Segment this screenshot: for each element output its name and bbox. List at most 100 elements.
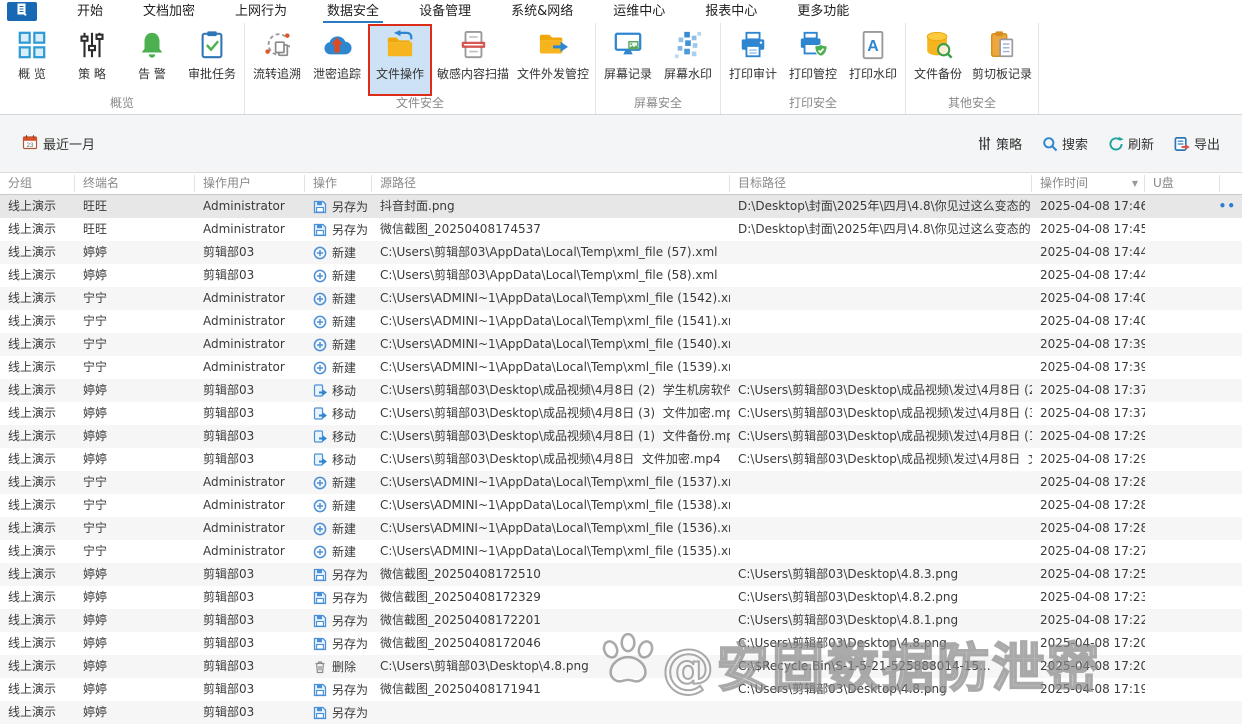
tab-doc-encrypt[interactable]: 文档加密 bbox=[123, 0, 215, 23]
tab-data-security[interactable]: 数据安全 bbox=[307, 0, 399, 23]
screen-record-icon bbox=[612, 29, 644, 61]
column-header-group[interactable]: 分组 bbox=[0, 175, 75, 192]
operation-label: 另存为 bbox=[332, 223, 369, 237]
cell-usb bbox=[1145, 563, 1220, 586]
table-row[interactable]: 线上演示 婷婷 剪辑部03 另存为 微信截图_20250408172046 C:\User… bbox=[0, 632, 1242, 655]
alert-button[interactable]: 告 警 bbox=[122, 26, 182, 94]
app-menu-icon bbox=[14, 2, 30, 22]
cell-terminal: 婷婷 bbox=[83, 567, 108, 581]
table-row[interactable]: 线上演示 宁宁 Administrator 新建 C:\Users\ADMINI~1\A… bbox=[0, 471, 1242, 494]
cell-group: 线上演示 bbox=[8, 636, 57, 650]
cell-extra bbox=[1220, 241, 1242, 264]
cell-target-path bbox=[730, 540, 1032, 563]
app-menu-button[interactable] bbox=[7, 2, 37, 21]
table-row[interactable]: 线上演示 婷婷 剪辑部03 删除 C:\Users\剪辑部03\Desktop\4.8.… bbox=[0, 655, 1242, 678]
table-row[interactable]: 线上演示 婷婷 剪辑部03 另存为 bbox=[0, 701, 1242, 724]
clipboard-record-button[interactable]: 剪切板记录 bbox=[968, 26, 1036, 94]
cell-user: Administrator bbox=[203, 544, 285, 558]
column-header-time[interactable]: 操作时间 ▼ bbox=[1032, 175, 1145, 192]
flow-trace-button[interactable]: 流转追溯 bbox=[247, 26, 307, 94]
table-row[interactable]: 线上演示 婷婷 剪辑部03 移动 C:\Users\剪辑部03\Desktop\成品视频… bbox=[0, 448, 1242, 471]
cell-target-path bbox=[730, 264, 1032, 287]
cell-terminal: 宁宁 bbox=[83, 314, 108, 328]
operation-label: 新建 bbox=[332, 315, 357, 329]
table-row[interactable]: 线上演示 宁宁 Administrator 新建 C:\Users\ADMINI~1\A… bbox=[0, 287, 1242, 310]
row-more-actions-icon[interactable]: ••• bbox=[1220, 195, 1236, 218]
export-button[interactable]: 导出 bbox=[1174, 134, 1220, 153]
print-audit-button[interactable]: 打印审计 bbox=[723, 26, 783, 94]
chevron-down-icon[interactable]: ▼ bbox=[1132, 175, 1144, 192]
table-row[interactable]: 线上演示 婷婷 剪辑部03 另存为 微信截图_20250408172510 C:\User… bbox=[0, 563, 1242, 586]
table-row[interactable]: 线上演示 婷婷 剪辑部03 另存为 微信截图_20250408171941 C:\User… bbox=[0, 678, 1242, 701]
ribbon: 概 览策 略告 警审批任务 概览 流转追溯 泄密追踪 文件操作 敏感内容扫描 文件外发管控文… bbox=[0, 23, 1242, 115]
print-watermark-button[interactable]: A 打印水印 bbox=[843, 26, 903, 94]
ribbon-button-label: 流转追溯 bbox=[252, 67, 301, 81]
table-row[interactable]: 线上演示 宁宁 Administrator 新建 C:\Users\ADMINI~1\A… bbox=[0, 540, 1242, 563]
date-range-filter[interactable]: 23 最近一月 bbox=[22, 134, 95, 154]
column-header-operation[interactable]: 操作 bbox=[305, 175, 372, 192]
operation-label: 移动 bbox=[332, 407, 357, 421]
tab-more-features[interactable]: 更多功能 bbox=[777, 0, 869, 23]
cell-terminal: 宁宁 bbox=[83, 337, 108, 351]
table-row[interactable]: 线上演示 婷婷 剪辑部03 另存为 微信截图_20250408172329 C:\User… bbox=[0, 586, 1242, 609]
tab-device-mgmt[interactable]: 设备管理 bbox=[399, 0, 491, 23]
column-header-terminal[interactable]: 终端名 bbox=[75, 175, 195, 192]
tab-report-center[interactable]: 报表中心 bbox=[685, 0, 777, 23]
column-header-usb[interactable]: U盘 bbox=[1145, 175, 1220, 192]
table-row[interactable]: 线上演示 旺旺 Administrator 另存为 抖音封面.png D:\Desktop… bbox=[0, 195, 1242, 218]
column-header-user[interactable]: 操作用户 bbox=[195, 175, 305, 192]
column-header-target[interactable]: 目标路径 bbox=[730, 175, 1032, 192]
tab-system-network[interactable]: 系统&网络 bbox=[491, 0, 593, 23]
table-row[interactable]: 线上演示 婷婷 剪辑部03 另存为 微信截图_20250408172201 C:\User… bbox=[0, 609, 1242, 632]
leak-trace-button[interactable]: 泄密追踪 bbox=[307, 26, 367, 94]
cell-usb bbox=[1145, 356, 1220, 379]
table-row[interactable]: 线上演示 婷婷 剪辑部03 新建 C:\Users\剪辑部03\AppData\Loca… bbox=[0, 264, 1242, 287]
table-row[interactable]: 线上演示 婷婷 剪辑部03 新建 C:\Users\剪辑部03\AppData\Loca… bbox=[0, 241, 1242, 264]
table-row[interactable]: 线上演示 宁宁 Administrator 新建 C:\Users\ADMINI~1\A… bbox=[0, 310, 1242, 333]
cell-operation: 新建 bbox=[305, 494, 372, 517]
file-backup-button[interactable]: 文件备份 bbox=[908, 26, 968, 94]
cell-group: 线上演示 bbox=[8, 452, 57, 466]
cell-source-path: C:\Users\剪辑部03\Desktop\成品视频\4月8日 (3) 文件加… bbox=[380, 406, 730, 420]
cell-user: Administrator bbox=[203, 475, 285, 489]
screen-record-button[interactable]: 屏幕记录 bbox=[598, 26, 658, 94]
cell-time: 2025-04-08 17:46:32 bbox=[1040, 199, 1145, 213]
ribbon-button-label: 策 略 bbox=[78, 67, 106, 81]
cell-extra bbox=[1220, 264, 1242, 287]
tab-start[interactable]: 开始 bbox=[57, 0, 123, 23]
cell-operation: 另存为 bbox=[305, 195, 372, 218]
new-icon bbox=[313, 476, 327, 490]
column-header-label: 操作用户 bbox=[203, 176, 252, 190]
cell-source-path: C:\Users\ADMINI~1\AppData\Local\Temp\xml… bbox=[380, 291, 730, 305]
screen-watermark-button[interactable]: 屏幕水印 bbox=[658, 26, 718, 94]
refresh-button[interactable]: 刷新 bbox=[1108, 134, 1154, 153]
column-header-source[interactable]: 源路径 bbox=[372, 175, 730, 192]
cell-user: 剪辑部03 bbox=[203, 452, 255, 466]
cell-terminal: 婷婷 bbox=[83, 590, 108, 604]
table-row[interactable]: 线上演示 宁宁 Administrator 新建 C:\Users\ADMINI~1\A… bbox=[0, 333, 1242, 356]
tab-ops-center[interactable]: 运维中心 bbox=[593, 0, 685, 23]
policy-button[interactable]: 策 略 bbox=[62, 26, 122, 94]
table-row[interactable]: 线上演示 宁宁 Administrator 新建 C:\Users\ADMINI~1\A… bbox=[0, 356, 1242, 379]
table-row[interactable]: 线上演示 宁宁 Administrator 新建 C:\Users\ADMINI~1\A… bbox=[0, 517, 1242, 540]
table-row[interactable]: 线上演示 婷婷 剪辑部03 移动 C:\Users\剪辑部03\Desktop\成品视频… bbox=[0, 425, 1242, 448]
new-icon bbox=[313, 545, 327, 559]
clipboard-record-icon bbox=[986, 29, 1018, 61]
print-control-button[interactable]: 打印管控 bbox=[783, 26, 843, 94]
overview-button[interactable]: 概 览 bbox=[2, 26, 62, 94]
approval-tasks-button[interactable]: 审批任务 bbox=[182, 26, 242, 94]
table-row[interactable]: 线上演示 宁宁 Administrator 新建 C:\Users\ADMINI~1\A… bbox=[0, 494, 1242, 517]
cell-group: 线上演示 bbox=[8, 659, 57, 673]
file-operations-button[interactable]: 文件操作 bbox=[370, 26, 430, 94]
sensitive-scan-button[interactable]: 敏感内容扫描 bbox=[433, 26, 513, 94]
cell-time: 2025-04-08 17:37:39 bbox=[1040, 406, 1145, 420]
search-button[interactable]: 搜索 bbox=[1042, 134, 1088, 153]
table-row[interactable]: 线上演示 婷婷 剪辑部03 移动 C:\Users\剪辑部03\Desktop\成品视频… bbox=[0, 402, 1242, 425]
table-row[interactable]: 线上演示 旺旺 Administrator 另存为 微信截图_2025040817453… bbox=[0, 218, 1242, 241]
column-header-extra[interactable] bbox=[1220, 175, 1242, 192]
policy-button[interactable]: 策略 bbox=[977, 134, 1022, 153]
tab-web-behavior[interactable]: 上网行为 bbox=[215, 0, 307, 23]
file-outgoing-control-button[interactable]: 文件外发管控 bbox=[513, 26, 593, 94]
cell-extra bbox=[1220, 356, 1242, 379]
table-row[interactable]: 线上演示 婷婷 剪辑部03 移动 C:\Users\剪辑部03\Desktop\成品视频… bbox=[0, 379, 1242, 402]
